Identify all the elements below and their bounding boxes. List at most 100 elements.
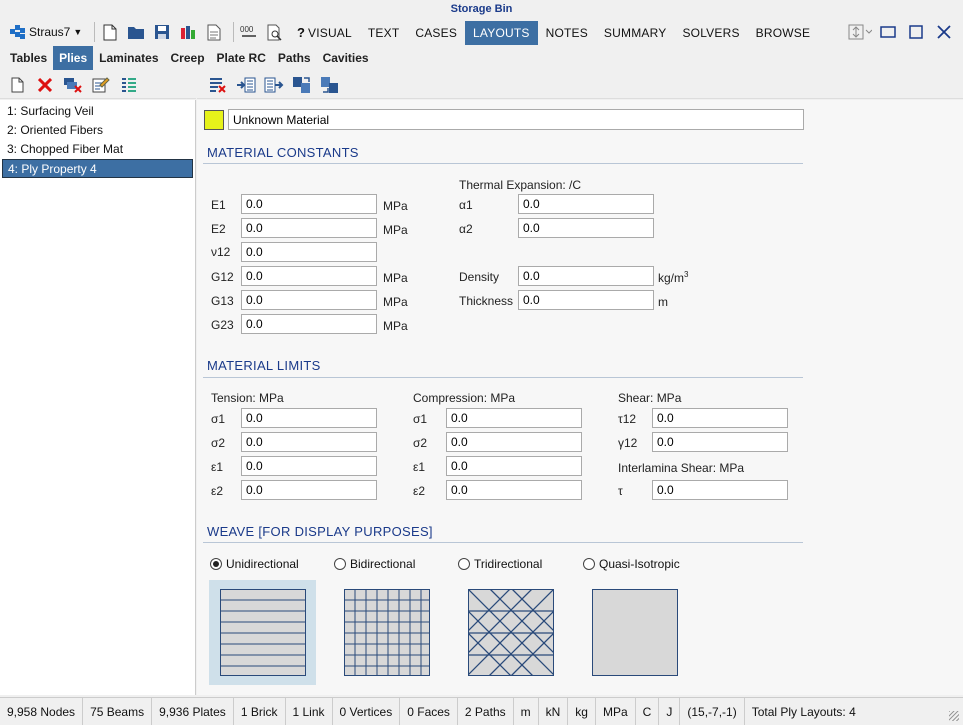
folder-icon <box>128 26 144 39</box>
list-item[interactable]: 3: Chopped Fiber Mat <box>2 140 193 159</box>
ply-list-toolbar <box>0 71 196 99</box>
status-unit-energy[interactable]: J <box>659 697 681 725</box>
menu-cases[interactable]: CASES <box>407 21 465 45</box>
copy-to-library-button[interactable] <box>291 74 313 96</box>
new-file-button[interactable] <box>99 21 121 43</box>
compression-e2-input[interactable] <box>446 480 582 500</box>
status-plates: 9,936 Plates <box>152 697 234 725</box>
g12-input[interactable] <box>241 266 377 286</box>
list-item[interactable]: 2: Oriented Fibers <box>2 121 193 140</box>
thickness-input[interactable] <box>518 290 654 310</box>
layout-dropdown-button[interactable] <box>847 20 873 44</box>
tab-tables[interactable]: Tables <box>4 46 53 70</box>
status-unit-force[interactable]: kN <box>539 697 569 725</box>
tension-e1-input[interactable] <box>241 456 377 476</box>
clear-property-button[interactable] <box>207 74 229 96</box>
copy-from-library-button[interactable] <box>319 74 341 96</box>
nu12-input[interactable] <box>241 242 377 262</box>
new-ply-button[interactable] <box>6 74 28 96</box>
weave-tridirectional-radio[interactable]: Tridirectional <box>458 557 542 571</box>
resize-grip-icon[interactable] <box>949 711 959 721</box>
list-item[interactable]: 1: Surfacing Veil <box>2 102 193 121</box>
unidirectional-weave-icon[interactable] <box>220 589 306 676</box>
status-links: 1 Link <box>286 697 333 725</box>
tab-plies[interactable]: Plies <box>53 46 94 70</box>
tridirectional-weave-icon[interactable] <box>468 589 554 676</box>
delete-ply-button[interactable] <box>34 74 56 96</box>
model-info-button[interactable] <box>177 21 199 43</box>
material-name-input[interactable] <box>228 109 804 130</box>
status-unit-mass[interactable]: kg <box>568 697 596 725</box>
interlamina-t-label: τ <box>618 484 623 498</box>
compression-s2-input[interactable] <box>446 432 582 452</box>
magnifier-page-icon <box>267 24 282 41</box>
status-unit-stress[interactable]: MPa <box>596 697 636 725</box>
thickness-label: Thickness <box>459 294 514 308</box>
interlamina-t-input[interactable] <box>652 480 788 500</box>
status-beams: 75 Beams <box>83 697 153 725</box>
menu-summary[interactable]: SUMMARY <box>596 21 675 45</box>
tab-bar: Tables Plies Laminates Creep Plate RC Pa… <box>0 46 963 70</box>
tension-e2-input[interactable] <box>241 480 377 500</box>
save-button[interactable] <box>151 21 173 43</box>
menu-layouts[interactable]: LAYOUTS <box>465 21 538 45</box>
e2-input[interactable] <box>241 218 377 238</box>
tab-laminates[interactable]: Laminates <box>93 46 164 70</box>
numbering-button[interactable]: 000 <box>238 21 260 43</box>
tab-cavities[interactable]: Cavities <box>317 46 375 70</box>
menu-visual[interactable]: VISUAL <box>300 21 360 45</box>
import-button[interactable] <box>235 74 257 96</box>
export-button[interactable] <box>263 74 285 96</box>
material-color-swatch[interactable] <box>204 110 224 130</box>
app-menu-button[interactable]: Straus7 ▼ <box>10 22 82 42</box>
edit-pencil-icon <box>92 77 110 93</box>
status-unit-length[interactable]: m <box>514 697 539 725</box>
compression-s1-input[interactable] <box>446 408 582 428</box>
alpha2-label: α2 <box>459 222 473 236</box>
quasi-isotropic-weave-icon[interactable] <box>592 589 678 676</box>
shear-t12-label: τ12 <box>618 412 637 426</box>
density-input[interactable] <box>518 266 654 286</box>
restore-window-button[interactable] <box>875 20 901 44</box>
bidirectional-weave-icon[interactable] <box>344 589 430 676</box>
tension-s1-input[interactable] <box>241 408 377 428</box>
tab-creep[interactable]: Creep <box>165 46 211 70</box>
sort-list-button[interactable] <box>118 74 140 96</box>
tab-plate-rc[interactable]: Plate RC <box>211 46 272 70</box>
tab-paths[interactable]: Paths <box>272 46 317 70</box>
open-folder-button[interactable] <box>125 21 147 43</box>
g23-input[interactable] <box>241 314 377 334</box>
print-preview-button[interactable] <box>264 21 286 43</box>
tension-s2-input[interactable] <box>241 432 377 452</box>
weave-bidirectional-radio[interactable]: Bidirectional <box>334 557 415 571</box>
menu-notes[interactable]: NOTES <box>538 21 596 45</box>
app-menu-label: Straus7 <box>29 25 71 39</box>
shear-g12-input[interactable] <box>652 432 788 452</box>
list-item[interactable]: 4: Ply Property 4 <box>2 159 193 178</box>
close-button[interactable] <box>931 20 957 44</box>
weave-quasi-isotropic-radio[interactable]: Quasi-Isotropic <box>583 557 680 571</box>
clear-list-icon <box>210 77 226 93</box>
status-unit-temperature[interactable]: C <box>636 697 660 725</box>
menu-solvers[interactable]: SOLVERS <box>674 21 747 45</box>
shear-t12-input[interactable] <box>652 408 788 428</box>
alpha2-input[interactable] <box>518 218 654 238</box>
g13-input[interactable] <box>241 290 377 310</box>
ply-property-panel: MATERIAL CONSTANTS E1 MPa E2 MPa ν12 G12… <box>197 100 963 695</box>
alpha1-input[interactable] <box>518 194 654 214</box>
menu-browse[interactable]: BROWSE <box>748 21 819 45</box>
weave-unidirectional-radio[interactable]: Unidirectional <box>210 557 299 571</box>
g12-label: G12 <box>211 270 234 284</box>
edit-ply-button[interactable] <box>90 74 112 96</box>
chevron-down-icon: ▼ <box>73 27 83 37</box>
menu-text[interactable]: TEXT <box>360 21 407 45</box>
maximize-button[interactable] <box>903 20 929 44</box>
ply-list: 1: Surfacing Veil 2: Oriented Fibers 3: … <box>0 100 196 695</box>
delete-unused-button[interactable] <box>62 74 84 96</box>
e1-input[interactable] <box>241 194 377 214</box>
report-button[interactable] <box>203 21 225 43</box>
g23-label: G23 <box>211 318 234 332</box>
tension-e1-label: ε1 <box>211 460 224 474</box>
compression-e1-input[interactable] <box>446 456 582 476</box>
divider <box>203 163 803 164</box>
